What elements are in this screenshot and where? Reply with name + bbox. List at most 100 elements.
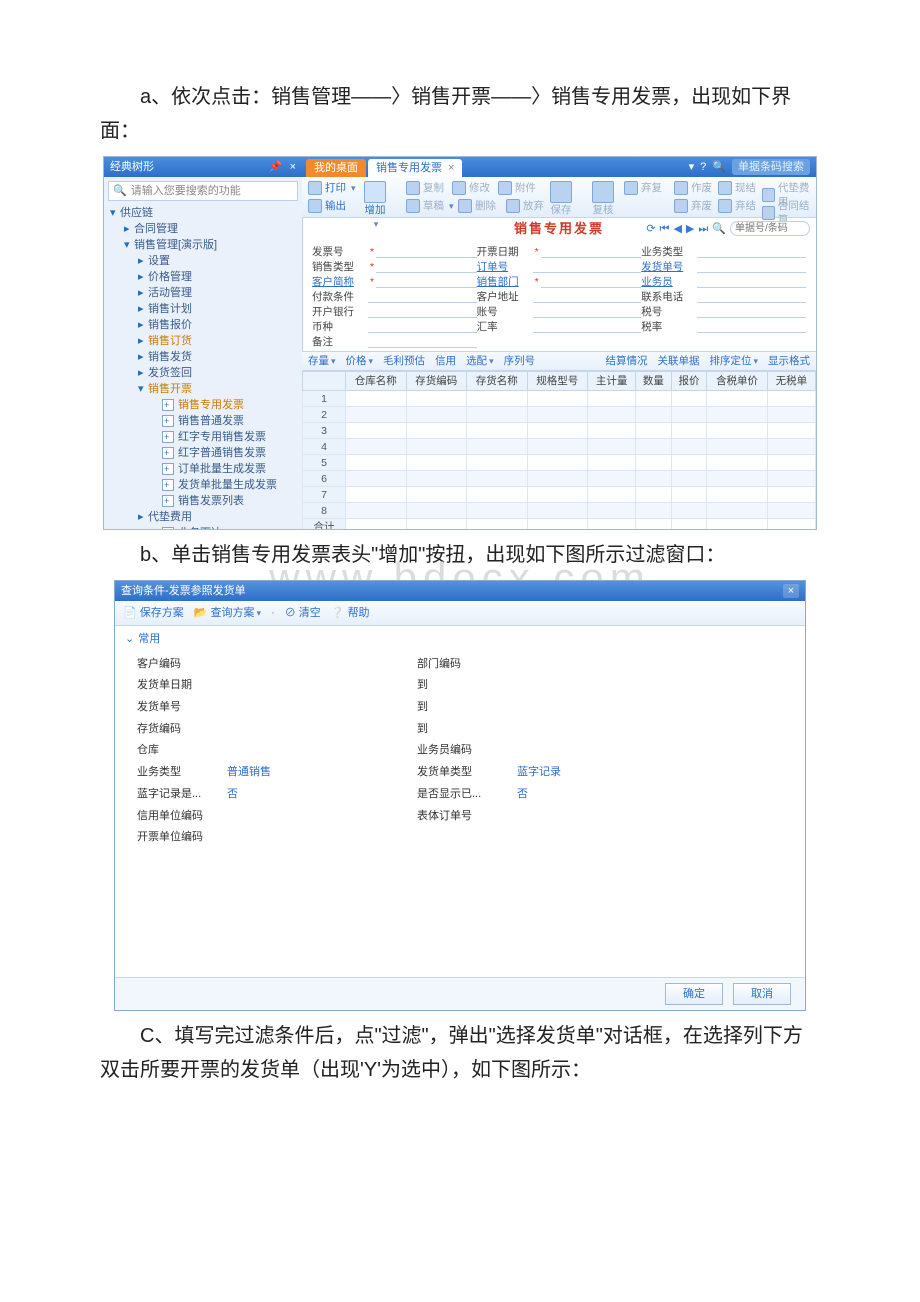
help-icon[interactable]: ? xyxy=(700,160,706,174)
discard-button[interactable]: 放弃 xyxy=(506,199,544,213)
filter-input[interactable]: 否 xyxy=(517,785,677,804)
sidebar-item[interactable]: ▸价格管理 xyxy=(108,269,302,285)
void2-button[interactable]: 弃废 xyxy=(674,199,712,213)
grid-header[interactable]: 仓库名称 xyxy=(346,372,407,391)
review-button[interactable]: 复核 xyxy=(592,181,614,217)
help-button[interactable]: ❔ 帮助 xyxy=(331,604,370,623)
lookup-input[interactable] xyxy=(730,221,810,236)
form-field[interactable]: 备注 xyxy=(312,334,477,349)
print-button[interactable]: 打印 xyxy=(308,181,356,195)
prev-icon[interactable]: ◀ xyxy=(673,222,681,236)
form-field[interactable]: 联系电话 xyxy=(641,289,806,304)
reply-button[interactable]: 弃复 xyxy=(624,181,662,195)
last-icon[interactable]: ⏭ xyxy=(698,222,708,236)
grid-header[interactable]: 含税单价 xyxy=(707,372,768,391)
copy-button[interactable]: 复制 xyxy=(406,181,444,195)
grid-header[interactable]: 规格型号 xyxy=(527,372,588,391)
detail-grid[interactable]: 仓库名称存货编码存货名称规格型号主计量数量报价含税单价无税单12345678合计 xyxy=(302,371,816,530)
grid-header[interactable]: 存货编码 xyxy=(406,372,467,391)
sidebar-item[interactable]: ▾销售管理[演示版] xyxy=(108,237,302,253)
sidebar-item[interactable]: 红字普通销售发票 xyxy=(108,445,302,461)
sidebar-item[interactable]: 红字专用销售发票 xyxy=(108,429,302,445)
table-row[interactable]: 7 xyxy=(303,487,816,503)
clear-button[interactable]: ⊘ 清空 xyxy=(285,604,321,623)
cash2-button[interactable]: 弃结 xyxy=(718,199,756,213)
sidebar-item[interactable]: ▸销售发货 xyxy=(108,349,302,365)
save-scheme-button[interactable]: 📄 保存方案 xyxy=(123,604,184,623)
edit-button[interactable]: 修改 xyxy=(452,181,490,195)
gridbar-match[interactable]: 选配 xyxy=(466,354,494,368)
draft-button[interactable]: 草稿 xyxy=(406,199,454,213)
gridbar-inventory[interactable]: 存量 xyxy=(308,354,336,368)
filter-input[interactable]: 普通销售 xyxy=(227,763,387,782)
sidebar-item[interactable]: ▸活动管理 xyxy=(108,285,302,301)
gridbar-sort[interactable]: 排序定位 xyxy=(709,354,758,368)
filter-input[interactable]: 否 xyxy=(227,785,387,804)
pin-icon[interactable]: 📌 xyxy=(269,161,283,173)
filter-input[interactable] xyxy=(517,676,677,695)
form-field[interactable]: 客户简称* xyxy=(312,274,477,289)
sidebar-item[interactable]: ▸销售订货 xyxy=(108,333,302,349)
sidebar-item[interactable]: ▸代垫费用 xyxy=(108,509,302,525)
filter-input[interactable] xyxy=(227,828,387,847)
filter-input[interactable] xyxy=(227,720,387,739)
tab-dropdown-icon[interactable]: ▾ xyxy=(689,160,695,174)
tab-current[interactable]: 销售专用发票 × xyxy=(368,159,462,177)
filter-input[interactable] xyxy=(517,698,677,717)
gridbar-settle[interactable]: 结算情况 xyxy=(605,354,647,368)
sidebar-item[interactable]: ▸销售报价 xyxy=(108,317,302,333)
grid-header[interactable]: 数量 xyxy=(636,372,672,391)
filter-input[interactable] xyxy=(227,741,387,760)
dialog-close-icon[interactable]: × xyxy=(783,584,799,598)
barcode-search-input[interactable]: 单据条码搜索 xyxy=(732,159,810,175)
filter-input[interactable] xyxy=(227,655,387,674)
form-field[interactable]: 发票号* xyxy=(312,244,477,259)
filter-input[interactable] xyxy=(227,676,387,695)
next-icon[interactable]: ▶ xyxy=(686,222,694,236)
form-field[interactable]: 业务员 xyxy=(641,274,806,289)
sidebar-item[interactable]: ▸发货签回 xyxy=(108,365,302,381)
delete-button[interactable]: 删除 xyxy=(458,199,496,213)
gridbar-serial[interactable]: 序列号 xyxy=(504,354,536,368)
filter-input[interactable] xyxy=(517,828,677,847)
lookup-search-icon[interactable]: 🔍 xyxy=(712,222,726,236)
sidebar-item[interactable]: 销售专用发票 xyxy=(108,397,302,413)
form-field[interactable]: 销售类型* xyxy=(312,259,477,274)
sidebar-item[interactable]: 订单批量生成发票 xyxy=(108,461,302,477)
form-field[interactable]: 客户地址 xyxy=(477,289,642,304)
table-row[interactable]: 4 xyxy=(303,439,816,455)
table-row[interactable]: 5 xyxy=(303,455,816,471)
form-field[interactable]: 税号 xyxy=(641,304,806,319)
sidebar-item[interactable]: ▾供应链 xyxy=(108,205,302,221)
gridbar-credit[interactable]: 信用 xyxy=(435,354,456,368)
form-field[interactable]: 汇率 xyxy=(477,319,642,334)
attach-button[interactable]: 附件 xyxy=(498,181,536,195)
tab-home[interactable]: 我的桌面 xyxy=(306,159,366,177)
sidebar-item[interactable]: 销售普通发票 xyxy=(108,413,302,429)
cancel-button[interactable]: 取消 xyxy=(733,983,791,1005)
gridbar-price[interactable]: 价格 xyxy=(346,354,374,368)
sidebar-item[interactable]: ▸设置 xyxy=(108,253,302,269)
output-button[interactable]: 输出 xyxy=(308,199,346,213)
query-scheme-button[interactable]: 📂 查询方案 xyxy=(194,604,261,623)
filter-input[interactable] xyxy=(227,698,387,717)
grid-header[interactable]: 存货名称 xyxy=(467,372,528,391)
form-field[interactable]: 开户银行 xyxy=(312,304,477,319)
table-row[interactable]: 6 xyxy=(303,471,816,487)
first-icon[interactable]: ⏮ xyxy=(660,222,670,236)
form-field[interactable]: 账号 xyxy=(477,304,642,319)
sidebar-item[interactable]: ▸销售计划 xyxy=(108,301,302,317)
sidebar-item[interactable]: 发货单批量生成发票 xyxy=(108,477,302,493)
grid-header[interactable]: 报价 xyxy=(671,372,707,391)
sidebar-item[interactable]: 销售发票列表 xyxy=(108,493,302,509)
sidebar-item[interactable]: 业务下达 xyxy=(108,525,302,529)
grid-header[interactable]: 无税单 xyxy=(767,372,815,391)
table-row[interactable]: 3 xyxy=(303,423,816,439)
barcode-search-icon[interactable]: 🔍 xyxy=(712,160,726,174)
filter-input[interactable] xyxy=(227,807,387,826)
grid-header[interactable]: 主计量 xyxy=(588,372,636,391)
sidebar-item[interactable]: ▾销售开票 xyxy=(108,381,302,397)
section-header[interactable]: ⌄常用 xyxy=(115,626,805,653)
table-row[interactable]: 1 xyxy=(303,391,816,407)
table-row[interactable]: 8 xyxy=(303,503,816,519)
